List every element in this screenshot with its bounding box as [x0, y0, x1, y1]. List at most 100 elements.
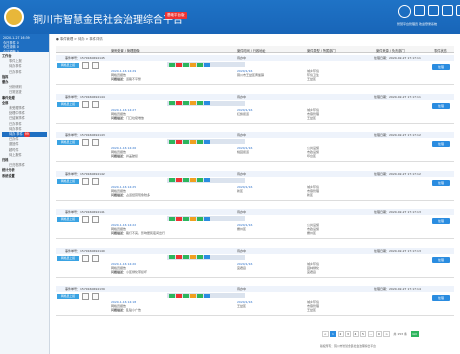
- status-icon: [204, 101, 210, 105]
- page-button[interactable]: 1: [330, 331, 337, 337]
- table-row[interactable]: 事件单号：1579160694140 待办中 处理日期：2020-02-27 17:…: [56, 247, 454, 278]
- case-code: 事件单号：1579160694143: [65, 133, 105, 138]
- image-thumbnail[interactable]: [92, 216, 99, 223]
- image-thumbnail[interactable]: [92, 254, 99, 262]
- desc-label: 问题描述：: [111, 115, 127, 120]
- process-button[interactable]: 处理: [432, 141, 450, 147]
- process-button[interactable]: 处理: [432, 295, 450, 301]
- status-icon: [204, 139, 210, 144]
- status-icon: [197, 178, 203, 182]
- sidebar-item[interactable]: 系统设置: [2, 174, 47, 179]
- source-tag: 网格员上报: [57, 101, 79, 107]
- sidebar: 2020-1-27 16:39 今日事件 0 今日流转 0 今日预警 0 工作台…: [0, 34, 50, 354]
- sidebar-item-label: 待办 事件: [9, 132, 23, 137]
- case-info: 2020-1-16 14:25 网格员报告 问题描述：占道经营现象较多: [111, 185, 150, 198]
- address-text: 耀州区: [237, 227, 247, 232]
- image-thumbnail[interactable]: [82, 216, 89, 223]
- sidebar-item-label: 待上报件: [9, 152, 22, 157]
- page-button[interactable]: ...: [367, 331, 375, 337]
- process-button[interactable]: 处理: [432, 64, 450, 70]
- type-info: 城乡环境 市容管理 王益区: [307, 108, 319, 121]
- image-thumbnail[interactable]: [82, 100, 89, 108]
- process-date: 处理日期：2020-02-27 17:17:12: [374, 133, 421, 138]
- status-icon: [183, 178, 189, 182]
- process-date: 处理日期：2020-02-27 17:17:11: [374, 94, 421, 99]
- image-thumbnail[interactable]: [92, 62, 99, 69]
- desc-label: 问题描述：: [111, 231, 127, 236]
- process-button[interactable]: 处理: [432, 179, 450, 186]
- image-thumbnail[interactable]: [92, 100, 99, 108]
- column-header: 案例处置 / 管理图像: [111, 49, 140, 53]
- table-row[interactable]: 事件单号：1579160694139 待办中 处理日期：2020-02-27 17:…: [56, 286, 454, 316]
- sidebar-item-label: 统计分析: [2, 168, 15, 173]
- desc-text: 乱贴小广告: [126, 308, 142, 313]
- page-button[interactable]: 4: [352, 331, 359, 337]
- address-info: 2020/1/16 红旗街道: [237, 108, 252, 116]
- status-icon: [183, 255, 189, 259]
- process-button[interactable]: 处理: [432, 218, 450, 224]
- source-tag: 网格员上报: [57, 63, 79, 68]
- image-thumbnail[interactable]: [82, 139, 89, 146]
- image-thumbnail[interactable]: [82, 254, 89, 262]
- status-icon: [190, 255, 196, 259]
- image-thumbnail[interactable]: [92, 177, 99, 185]
- column-header: 案件类型 / 所属部门: [307, 49, 336, 53]
- page-button[interactable]: 9: [375, 331, 382, 337]
- status-icon: [190, 178, 196, 182]
- desc-label: 问题描述：: [111, 192, 127, 197]
- status-bar: [167, 139, 245, 144]
- image-thumbnail[interactable]: [92, 139, 99, 146]
- status-bar: [167, 100, 245, 106]
- sidebar-item-label: 超时件: [9, 147, 19, 152]
- case-info: 2020-1-16 14:22 网格员报告 问题描述：路灯不亮，影响居民夜间出行: [111, 223, 165, 236]
- sidebar-item-label: 系统设置: [2, 173, 15, 178]
- go-button[interactable]: GO: [410, 331, 419, 337]
- process-button[interactable]: 处理: [432, 256, 450, 263]
- status-bar: [167, 254, 245, 260]
- type-info: 城乡环境 园林绿化 宜君县: [307, 262, 319, 275]
- process-date: 处理日期：2020-02-27 17:17:13: [374, 248, 421, 253]
- address-info: 2020/1/16 王益区: [237, 300, 252, 308]
- table-row[interactable]: 事件单号：1579160694143 待办中 处理日期：2020-02-27 17:…: [56, 132, 454, 162]
- process-date: 处理日期：2020-02-27 17:17:13: [374, 210, 421, 215]
- count-badge: 99: [23, 132, 30, 138]
- table-row[interactable]: 事件单号：1579160694142 待办中 处理日期：2020-02-27 17:…: [56, 170, 454, 201]
- desc-text: 路灯不亮，影响居民夜间出行: [126, 231, 166, 236]
- sidebar-item-label: 工作台: [2, 54, 12, 58]
- bell-icon[interactable]: [428, 5, 439, 16]
- case-code: 事件单号：1579160694145: [65, 56, 105, 61]
- status-text: 待办中: [237, 56, 247, 61]
- message-icon[interactable]: [414, 5, 425, 16]
- table-row[interactable]: 事件单号：1579160694145 待办中 处理日期：2020-02-27 17:…: [56, 55, 454, 85]
- page-button[interactable]: >: [383, 331, 390, 337]
- logout-icon[interactable]: [456, 5, 460, 16]
- image-thumbnail[interactable]: [92, 293, 99, 300]
- status-icon: [169, 293, 175, 298]
- table-row[interactable]: 事件单号：1579160694144 待办中 处理日期：2020-02-27 17:…: [56, 93, 454, 124]
- address-info: 2020/1/16 桃园街道: [237, 146, 252, 154]
- avatar-icon[interactable]: [398, 5, 411, 18]
- type-info: 城乡环境 市容管理 新区: [307, 185, 319, 198]
- status-icon: [197, 101, 203, 105]
- sidebar-item-label: 待办事件: [9, 64, 22, 69]
- image-thumbnail[interactable]: [82, 293, 89, 300]
- process-button[interactable]: 处理: [432, 102, 450, 109]
- image-thumbnail[interactable]: [82, 62, 89, 69]
- sidebar-item-label: 分析研判: [9, 85, 22, 90]
- row-header: 事件单号：1579160694140 待办中 处理日期：2020-02-27 17:…: [56, 247, 454, 254]
- date-summary: 2020-1-27 16:39 今日事件 0 今日流转 0 今日预警 0: [0, 34, 49, 54]
- address-info: 2020/1/16 铜川市王益区黄堡镇: [237, 69, 264, 77]
- desc-label: 问题描述：: [111, 269, 127, 274]
- image-thumbnail[interactable]: [82, 177, 89, 185]
- table-row[interactable]: 事件单号：1579160694141 待办中 处理日期：2020-02-27 17:…: [56, 209, 454, 239]
- desc-text: 井盖破损: [126, 154, 139, 159]
- desc-text: 道路不平整: [126, 77, 142, 82]
- page-button[interactable]: <: [322, 331, 329, 337]
- settings-icon[interactable]: [442, 5, 453, 16]
- source-tag: 网格员上报: [57, 294, 79, 299]
- page-button[interactable]: 5: [360, 331, 367, 337]
- page-button[interactable]: 2: [337, 331, 344, 337]
- type-info: 城乡环境 环境卫生 王益区: [307, 69, 319, 82]
- page-button[interactable]: 3: [345, 331, 352, 337]
- sidebar-item-label: 已归档事件: [9, 163, 25, 168]
